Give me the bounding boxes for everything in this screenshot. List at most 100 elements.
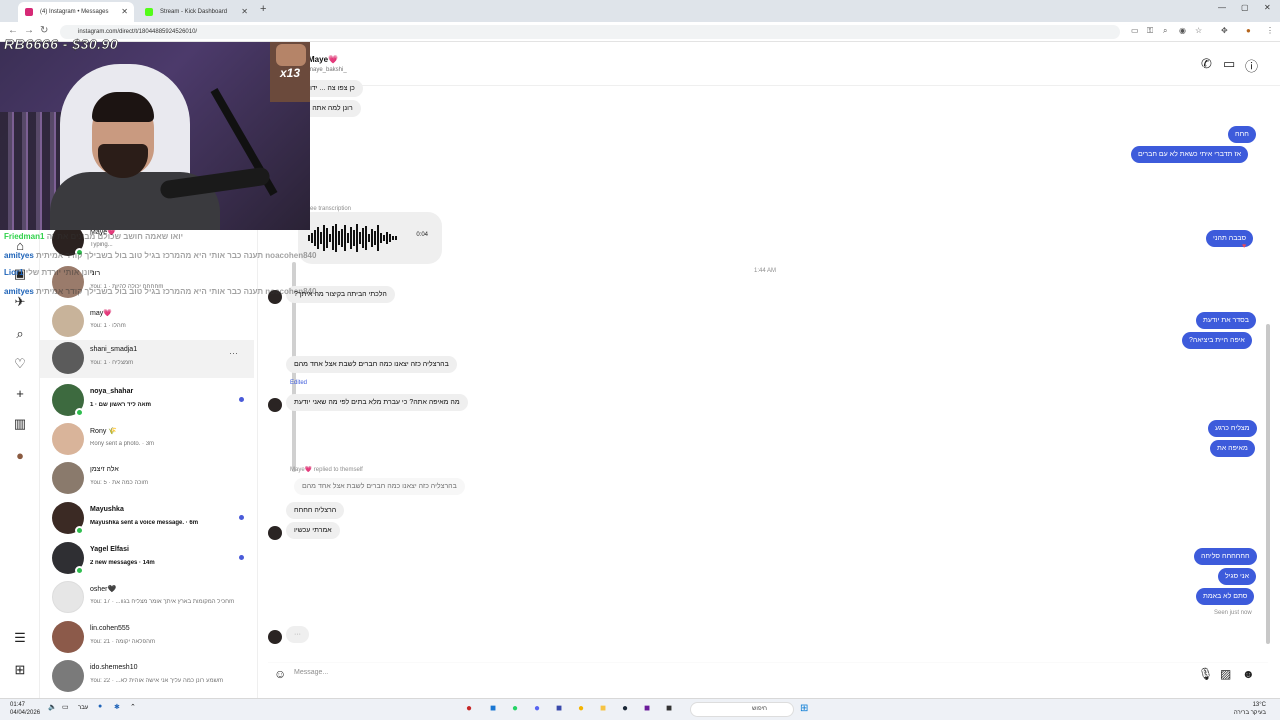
new-tab-icon[interactable]: + — [260, 3, 266, 15]
dashboard-icon[interactable]: ▥ — [12, 416, 28, 432]
more-menu-icon[interactable]: ☰ — [12, 630, 28, 646]
conversation-info-icon[interactable]: ⓘ — [1245, 56, 1258, 75]
maximize-icon[interactable]: ▢ — [1241, 3, 1249, 12]
message-input[interactable]: Message... — [294, 669, 328, 676]
minimize-icon[interactable]: — — [1218, 3, 1226, 12]
incoming-message[interactable]: מה מאיפה אתה? כי עברת מלא בתים לפי מה שא… — [286, 394, 468, 411]
app-icon-dark[interactable]: ■ — [666, 703, 672, 714]
conversation-item[interactable]: Mayushka Mayushka sent a voice message. … — [40, 500, 254, 538]
waveform-bar — [371, 229, 373, 247]
conversation-preview: Mayushka sent a voice message. · 6m — [90, 520, 199, 526]
incoming-message[interactable]: הרצליה חחחח — [286, 502, 345, 519]
weather-widget[interactable]: 13°C בעיקר ברירה — [1234, 701, 1266, 717]
conversation-item[interactable]: shani_smadja1 You: מצליח · 1m ··· — [40, 340, 254, 378]
profile-avatar-icon[interactable]: ● — [1246, 26, 1251, 35]
close-window-icon[interactable]: ✕ — [1264, 3, 1271, 12]
outgoing-message[interactable]: אני סגיל — [1218, 568, 1256, 585]
search-icon[interactable]: ⌕ — [12, 326, 28, 342]
outgoing-message[interactable]: בסדר את יודעת — [1196, 312, 1256, 329]
conversation-preview: You: חכיל המקומות בארץ איתך אומר מצליח ב… — [90, 599, 235, 605]
quoted-message[interactable]: בהרצליה כזה יצאנו כמה חברים לשבת אצל אחד… — [294, 478, 465, 495]
microphone-icon[interactable]: 🎙 — [1198, 667, 1213, 681]
chat-scrollbar[interactable] — [1266, 324, 1270, 644]
conversation-name: shani_smadja1 — [90, 346, 138, 353]
tab-instagram[interactable]: (4) Instagram • Messages ✕ — [18, 2, 134, 22]
see-transcription-link[interactable]: See transcription — [306, 206, 351, 212]
conversation-item[interactable]: Yagel Elfasi 2 new messages · 14m — [40, 540, 254, 578]
tab-title: (4) Instagram • Messages — [40, 9, 109, 15]
mic-tray-icon[interactable]: ● — [98, 703, 102, 710]
app-icon-blue[interactable]: ■ — [490, 703, 496, 714]
reload-icon[interactable]: ↻ — [40, 25, 48, 36]
network-icon[interactable]: ▭ — [62, 703, 69, 711]
outgoing-message[interactable]: מצליח כרגע — [1208, 420, 1257, 437]
bookmark-star-icon[interactable]: ☆ — [1195, 26, 1202, 35]
chat-contact-name[interactable]: Maye💗 — [308, 55, 338, 64]
whatsapp-icon[interactable]: ● — [512, 703, 518, 714]
conversation-item[interactable]: ido.shemesh10 You: שמע רונן כמה עליך אני… — [40, 658, 254, 696]
voice-message[interactable]: 0:04 — [298, 212, 442, 264]
sender-avatar — [268, 630, 282, 644]
conversation-item[interactable]: lin.cohen555 You: הפלאה יקומה · 21m — [40, 619, 254, 657]
waveform-bar — [350, 227, 352, 249]
phone-call-icon[interactable]: ✆ — [1201, 56, 1212, 72]
windows-start-icon[interactable]: ⊞ — [800, 703, 808, 714]
typing-indicator: ··· — [286, 626, 309, 643]
online-indicator — [75, 566, 84, 575]
sticker-icon[interactable]: ☻ — [1242, 667, 1255, 681]
back-icon[interactable]: ← — [8, 25, 18, 36]
app-icon-purple[interactable]: ■ — [644, 703, 650, 714]
image-upload-icon[interactable]: ▨ — [1220, 667, 1231, 681]
notifications-heart-icon[interactable]: ♡ — [12, 356, 28, 372]
headset-app-icon[interactable]: ■ — [556, 703, 562, 714]
discord-icon[interactable]: ● — [534, 703, 540, 714]
password-icon[interactable]: ⚿ — [1147, 26, 1153, 36]
language-indicator[interactable]: עבר — [78, 705, 88, 711]
stream-chat-user: amityes — [4, 251, 34, 260]
webcam-small-face — [276, 44, 306, 66]
more-options-icon[interactable]: ··· — [229, 348, 238, 358]
eye-icon[interactable]: ◉ — [1179, 26, 1186, 35]
chrome-icon[interactable]: ● — [578, 703, 584, 714]
taskbar-search[interactable]: חיפוש — [690, 702, 794, 717]
incoming-message[interactable]: בהרצליה כזה יצאנו כמה חברים לשבת אצל אחד… — [286, 356, 457, 373]
url-field[interactable]: instagram.com/direct/t/18044885924526010… — [60, 25, 1120, 39]
also-from-meta-icon[interactable]: ⊞ — [12, 662, 28, 678]
tab-kick[interactable]: Stream - Kick Dashboard ✕ — [138, 2, 254, 22]
file-explorer-icon[interactable]: ■ — [600, 703, 606, 714]
create-icon[interactable]: + — [12, 386, 28, 401]
close-tab-icon[interactable]: ✕ — [241, 2, 248, 22]
emoji-icon[interactable]: ☺ — [274, 667, 286, 681]
cast-icon[interactable]: ▭ — [1131, 26, 1139, 35]
conversation-item[interactable]: Rony 🌾 Rony sent a photo. · 3m — [40, 421, 254, 459]
incoming-message[interactable]: אמרתי עכשיו — [286, 522, 340, 539]
menu-dots-icon[interactable]: ⋮ — [1266, 26, 1274, 35]
conversation-preview: You: וכה כמה את · 5m — [90, 480, 148, 486]
close-tab-icon[interactable]: ✕ — [121, 2, 128, 22]
conversation-item[interactable]: noya_shahar אה ליד ראשון שם · 1m — [40, 382, 254, 420]
conversation-item[interactable]: osher🖤 You: חכיל המקומות בארץ איתך אומר … — [40, 579, 254, 617]
bluetooth-icon[interactable]: ✱ — [114, 703, 120, 711]
conversation-name: may💗 — [90, 310, 112, 317]
conversation-preview: 2 new messages · 14m — [90, 560, 155, 566]
forward-icon[interactable]: → — [24, 25, 34, 36]
profile-icon[interactable]: ● — [12, 448, 28, 463]
steam-icon[interactable]: ● — [622, 703, 628, 714]
outgoing-message[interactable]: סתם לא באמת — [1196, 588, 1255, 605]
outgoing-message[interactable]: מאיפה את — [1210, 440, 1255, 457]
outgoing-message[interactable]: חחחחחח סליחה — [1194, 548, 1257, 565]
zoom-icon[interactable]: ⌕ — [1163, 26, 1167, 36]
unread-dot — [239, 515, 244, 520]
app-icon-red[interactable]: ● — [466, 703, 472, 714]
messenger-icon[interactable]: ✈ — [12, 294, 28, 310]
video-call-icon[interactable]: ▭ — [1223, 56, 1235, 72]
stream-chat-user: Lior1 — [4, 268, 24, 277]
outgoing-message[interactable]: איפה היית ביציאה? — [1182, 332, 1252, 349]
outgoing-message[interactable]: חחח — [1228, 126, 1256, 143]
conversation-item[interactable]: אלה זיצמן You: וכה כמה את · 5m — [40, 460, 254, 498]
conversation-item[interactable]: may💗 You: הלו · 1m — [40, 303, 254, 341]
extensions-icon[interactable]: ✥ — [1221, 26, 1228, 35]
outgoing-message[interactable]: אז תדברי איתי כשאת לא עם חברים — [1131, 146, 1249, 163]
volume-icon[interactable]: 🔈 — [48, 703, 57, 711]
show-hidden-icons[interactable]: ⌃ — [130, 703, 136, 711]
